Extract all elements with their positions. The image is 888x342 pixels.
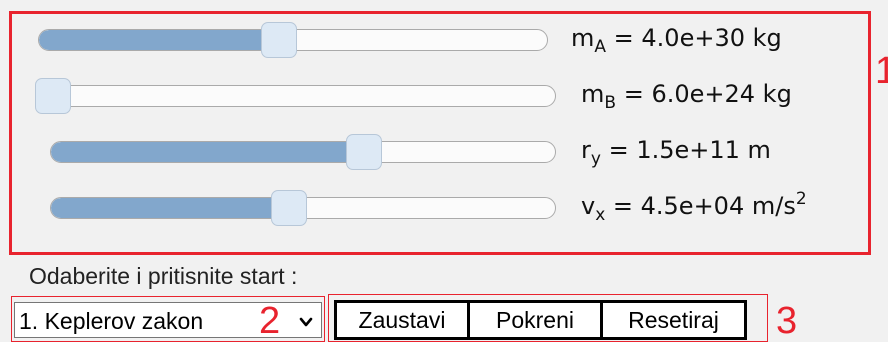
slider-fill-distance-y <box>51 142 366 162</box>
slider-thumb-velocity-x[interactable] <box>270 190 307 226</box>
prompt-text: Odaberite i pritisnite start : <box>29 263 298 289</box>
annotation-number-3: 3 <box>776 300 798 342</box>
slider-label-velocity-x: vx = 4.5e+04 m/s2 <box>581 189 807 225</box>
slider-label-mass-b: mB = 6.0e+24 kg <box>581 80 792 113</box>
slider-row-distance-y: ry = 1.5e+11 m <box>0 132 888 172</box>
slider-row-velocity-x: vx = 4.5e+04 m/s2 <box>0 188 888 228</box>
slider-fill-mass-a <box>39 30 280 50</box>
slider-thumb-mass-b[interactable] <box>35 78 71 114</box>
slider-row-mass-a: mA = 4.0e+30 kg <box>0 20 888 60</box>
annotation-number-2: 2 <box>259 300 281 342</box>
slider-thumb-distance-y[interactable] <box>346 134 383 170</box>
slider-track-distance-y[interactable] <box>50 141 556 163</box>
slider-track-mass-b[interactable] <box>35 85 556 107</box>
slider-thumb-mass-a[interactable] <box>260 22 297 58</box>
slider-row-mass-b: mB = 6.0e+24 kg <box>0 76 888 116</box>
slider-label-mass-a: mA = 4.0e+30 kg <box>571 24 782 57</box>
slider-label-distance-y: ry = 1.5e+11 m <box>581 136 771 169</box>
annotation-box-buttons <box>328 294 768 342</box>
slider-fill-velocity-x <box>51 198 290 218</box>
